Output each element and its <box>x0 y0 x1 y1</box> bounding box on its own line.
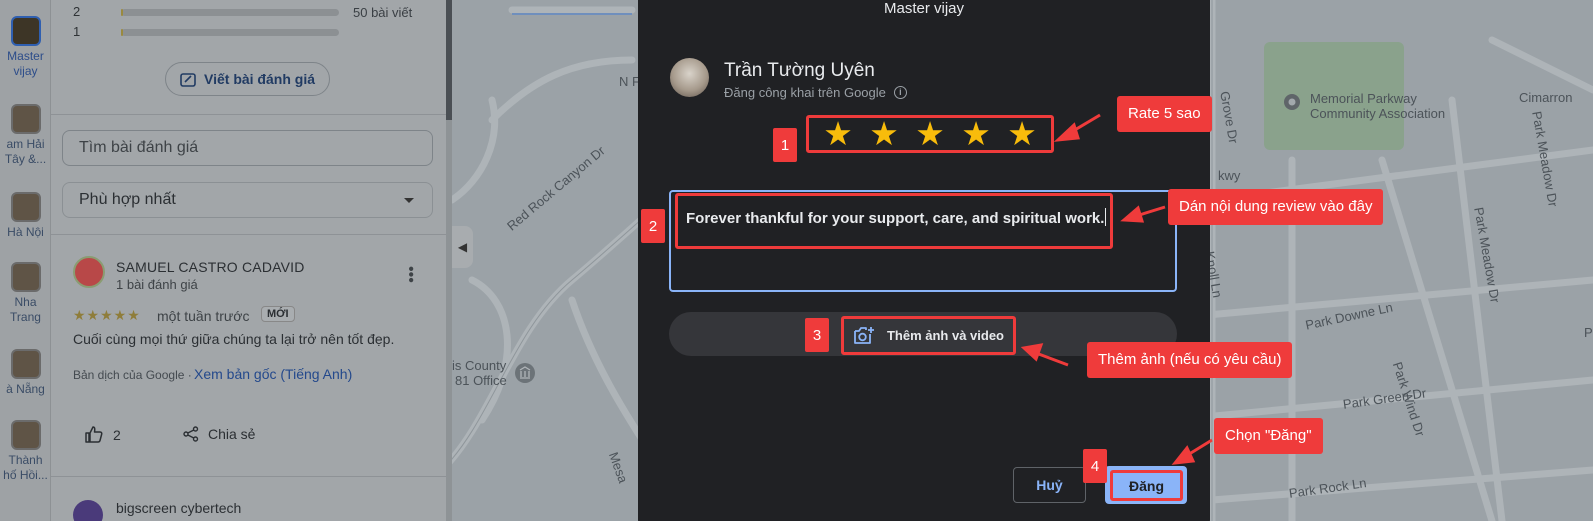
total-reviews-count: 50 bài viết <box>353 5 413 20</box>
rating-star-label: 2 <box>73 4 81 19</box>
reviewer-name[interactable]: SAMUEL CASTRO CADAVID <box>116 259 305 275</box>
step-badge-2: 2 <box>641 209 665 243</box>
rail-item-master-vijay[interactable]: Master vijay <box>0 16 51 79</box>
thumbs-up-icon <box>85 426 103 443</box>
place-thumbnail <box>10 262 41 292</box>
rail-item-da-nang[interactable]: à Nẵng <box>0 349 51 397</box>
reviewer-review-count: 1 bài đánh giá <box>116 277 198 292</box>
reviewer-name[interactable]: bigscreen cybertech <box>116 500 241 516</box>
review-stars: ★★★★★ <box>73 307 141 323</box>
like-button[interactable]: 2 <box>85 426 121 443</box>
review-text-value: Forever thankful for your support, care,… <box>686 208 1107 227</box>
place-label: Memorial Parkway <box>1310 91 1417 106</box>
posting-publicly-note: Đăng công khai trên Google i <box>724 85 907 100</box>
rating-star-label: 1 <box>73 24 81 39</box>
rail-item-ha-noi[interactable]: Hà Nội <box>0 192 51 240</box>
new-badge: MỚI <box>261 306 295 322</box>
post-button[interactable]: Đăng <box>1110 470 1183 501</box>
rating-bar-fill <box>121 29 124 36</box>
street-label: Pa <box>1584 325 1593 340</box>
callout-add-photo: Thêm ảnh (nếu có yêu cầu) <box>1087 342 1293 378</box>
place-thumbnail <box>10 192 41 222</box>
rating-row-1: 1 <box>73 24 339 39</box>
place-thumbnail <box>10 16 41 46</box>
chevron-down-icon <box>404 198 414 203</box>
divider <box>51 114 446 115</box>
write-review-dialog: Master vijay Trần Tường Uyên Đăng công k… <box>638 0 1210 521</box>
rail-item-label: am Hải Tây &... <box>4 137 47 166</box>
step-badge-4: 4 <box>1083 449 1107 483</box>
reviews-panel: 2 1 50 bài viết Viết bài đánh giá Tìm bà… <box>51 0 446 521</box>
avatar[interactable] <box>73 256 105 288</box>
star-rating: ★ ★ ★ ★ ★ <box>806 115 1054 153</box>
star-4-icon[interactable]: ★ <box>961 117 991 150</box>
step-badge-1: 1 <box>773 128 797 162</box>
share-label: Chia sẻ <box>208 426 256 442</box>
sort-value: Phù hợp nhất <box>79 191 176 208</box>
place-thumbnail <box>10 420 41 450</box>
write-review-label: Viết bài đánh giá <box>204 71 315 87</box>
more-options-icon[interactable]: ••• <box>402 266 419 283</box>
chevron-left-icon: ◀ <box>457 240 468 254</box>
star-5-icon[interactable]: ★ <box>1007 117 1037 150</box>
info-icon[interactable]: i <box>893 86 907 99</box>
rail-item-label: Master vijay <box>7 49 44 78</box>
dialog-title: Master vijay <box>883 0 965 17</box>
rail-item-label: Hà Nội <box>7 225 44 239</box>
rating-bar <box>121 9 339 16</box>
rating-row-2: 2 <box>73 4 339 19</box>
add-photo-icon <box>854 327 874 344</box>
rail-item-nha-trang[interactable]: Nha Trang <box>0 262 51 325</box>
places-rail: Master vijay am Hải Tây &... Hà Nội Nha … <box>0 0 51 521</box>
avatar <box>670 58 709 97</box>
user-name: Trần Tường Uyên <box>724 60 875 81</box>
callout-post: Chọn "Đăng" <box>1214 418 1323 454</box>
rail-item-label: Thành hố Hồi... <box>3 453 48 482</box>
share-button[interactable]: Chia sẻ <box>183 426 255 442</box>
place-thumbnail <box>10 104 41 134</box>
like-count: 2 <box>113 426 121 443</box>
step-badge-3: 3 <box>805 318 829 352</box>
place-pin-icon[interactable] <box>1282 92 1302 112</box>
sort-dropdown[interactable]: Phù hợp nhất <box>62 182 433 218</box>
place-label: 81 Office <box>455 373 507 388</box>
star-1-icon[interactable]: ★ <box>823 117 853 150</box>
collapse-panel-button[interactable]: ◀ <box>452 226 473 268</box>
share-icon <box>183 426 199 442</box>
place-label: is County <box>452 358 507 373</box>
rail-item-nam-hai[interactable]: am Hải Tây &... <box>0 104 51 167</box>
divider <box>51 476 446 477</box>
add-media-button[interactable]: Thêm ảnh và video <box>841 316 1016 355</box>
museum-icon[interactable] <box>514 362 536 384</box>
translated-by-label: Bản dịch của Google <box>73 368 185 382</box>
review-time: một tuần trước <box>157 308 250 324</box>
callout-rate: Rate 5 sao <box>1117 96 1212 132</box>
street-label: Cimarron <box>1519 90 1573 105</box>
star-3-icon[interactable]: ★ <box>915 117 945 150</box>
place-thumbnail <box>10 349 41 379</box>
rail-item-label: à Nẵng <box>6 382 45 396</box>
search-reviews-input[interactable]: Tìm bài đánh giá <box>62 130 433 166</box>
review-text-content: Forever thankful for your support, care,… <box>686 210 1105 227</box>
divider <box>51 234 446 235</box>
write-review-button[interactable]: Viết bài đánh giá <box>165 62 330 96</box>
star-2-icon[interactable]: ★ <box>869 117 899 150</box>
posting-publicly-label: Đăng công khai trên Google <box>724 85 886 100</box>
add-media-label: Thêm ảnh và video <box>886 328 1005 343</box>
review-text: Cuối cùng mọi thứ giữa chúng ta lại trở … <box>73 331 395 347</box>
street-label: kwy <box>1218 168 1241 183</box>
rail-item-thanh-pho-ho-chi-minh[interactable]: Thành hố Hồi... <box>0 420 51 483</box>
avatar[interactable] <box>73 500 103 521</box>
write-review-icon <box>180 72 196 87</box>
rating-bar-fill <box>121 9 124 16</box>
place-label: Community Association <box>1310 106 1446 121</box>
view-original-link[interactable]: Xem bản gốc (Tiếng Anh) <box>194 366 352 382</box>
callout-paste-review: Dán nội dung review vào đây <box>1168 189 1384 225</box>
rating-bar <box>121 29 339 36</box>
text-caret <box>1105 208 1107 226</box>
translation-note: Bản dịch của Google · <box>73 368 192 382</box>
cancel-button[interactable]: Huỷ <box>1013 467 1086 503</box>
rail-item-label: Nha Trang <box>10 295 41 324</box>
